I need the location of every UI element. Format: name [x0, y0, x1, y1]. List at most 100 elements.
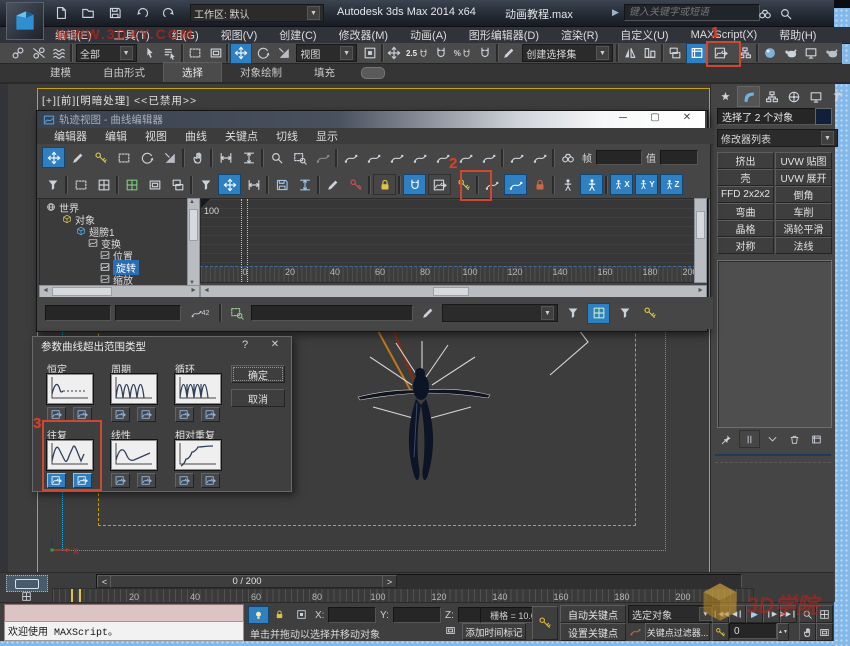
tv-menu-curves[interactable]: 曲线 — [176, 128, 216, 144]
ribbon-tab-populate[interactable]: 填充 — [300, 63, 349, 82]
maxscript-listener-white-row[interactable]: 欢迎使用 MAXScript。 — [4, 621, 244, 641]
save-file-button[interactable] — [104, 4, 125, 23]
tv-show-tangents-button[interactable] — [504, 174, 527, 195]
time-slider-groove[interactable]: < 0 / 200 > — [96, 574, 742, 589]
scroll-left-icon[interactable]: ◄ — [203, 287, 210, 294]
option-linear-in-button[interactable] — [111, 473, 130, 488]
snap-toggle-button[interactable]: 2.5 — [405, 44, 429, 63]
option-cycle-in-button[interactable] — [111, 407, 130, 422]
selection-filter-dropdown[interactable]: 全部 ▼ — [76, 44, 137, 62]
chevron-down-icon[interactable]: ▼ — [541, 306, 554, 320]
scroll-up-icon[interactable]: ▲ — [189, 199, 195, 205]
chevron-down-icon[interactable]: ▼ — [120, 46, 133, 60]
tv-menu-tangents[interactable]: 切线 — [267, 128, 307, 144]
tv-add-keys-button[interactable] — [90, 148, 111, 167]
tangent-slow-button[interactable] — [409, 148, 430, 167]
app-logo-button[interactable] — [6, 2, 44, 40]
chevron-down-icon[interactable]: ▼ — [821, 131, 834, 145]
layer-manager-button[interactable] — [665, 44, 685, 63]
modifier-button-ffd[interactable]: FFD 2x2x2 — [717, 186, 774, 203]
use-pivot-center-button[interactable] — [360, 44, 380, 63]
bind-spacewarp-button[interactable] — [49, 44, 69, 63]
tv-filter-keys-button[interactable] — [639, 304, 660, 323]
select-move-button[interactable] — [230, 43, 252, 64]
modifier-button-turbosmooth[interactable]: 涡轮平滑 — [775, 220, 832, 237]
tv-region-keys-button[interactable] — [113, 148, 134, 167]
tv-slide-keys-button[interactable] — [243, 175, 264, 194]
menu-tools[interactable]: 工具(T) — [103, 27, 161, 43]
key-filters-button[interactable]: 关键点过滤器... — [645, 623, 710, 641]
menu-group[interactable]: 组(G) — [161, 27, 210, 43]
tv-menu-keys[interactable]: 关键点 — [216, 128, 267, 144]
dialog-title-bar[interactable]: 参数曲线超出范围类型 ? ✕ — [33, 337, 289, 355]
tv-zoom-region-button[interactable] — [289, 148, 310, 167]
tv-menu-view[interactable]: 视图 — [136, 128, 176, 144]
spinner-snap-button[interactable] — [475, 44, 495, 63]
tv-move-keys-button[interactable] — [42, 147, 65, 168]
tv-find-icon[interactable] — [557, 148, 578, 167]
previous-frame-button[interactable]: ◀❙ — [729, 605, 746, 623]
tab-display[interactable] — [805, 87, 826, 106]
window-crossing-button[interactable] — [206, 44, 226, 63]
ribbon-options-icon[interactable] — [361, 67, 385, 79]
angle-snap-button[interactable] — [431, 44, 451, 63]
tv-menu-editor[interactable]: 编辑器 — [45, 128, 96, 144]
tv-key-stretch-button[interactable] — [294, 175, 315, 194]
tv-zoom-value-extents-button[interactable] — [238, 148, 259, 167]
absolute-offset-toggle[interactable] — [292, 606, 311, 622]
option-constant-thumb[interactable] — [46, 373, 94, 405]
tv-pan-button[interactable] — [187, 148, 208, 167]
modifier-button-uvwmap[interactable]: UVW 贴图 — [775, 152, 832, 169]
option-cycle-out-button[interactable] — [137, 407, 156, 422]
tv-draw-pencil-button[interactable] — [322, 175, 343, 194]
time-slider-next-button[interactable]: > — [382, 575, 397, 588]
tv-lock-selection-button[interactable] — [70, 175, 91, 194]
insect-model[interactable] — [300, 315, 600, 515]
scroll-right-icon[interactable]: ► — [697, 287, 704, 294]
dialog-cancel-button[interactable]: 取消 — [231, 389, 285, 407]
infocenter-binoculars-icon[interactable] — [754, 4, 775, 23]
menu-animation[interactable]: 动画(A) — [399, 27, 458, 43]
tv-filter-grid-button[interactable] — [587, 303, 610, 324]
dialog-ok-button[interactable]: 确定 — [231, 365, 285, 383]
zoom-extents-button[interactable] — [816, 605, 833, 623]
select-object-button[interactable] — [140, 44, 160, 63]
tab-utilities[interactable] — [827, 87, 848, 106]
open-file-button[interactable] — [77, 4, 98, 23]
go-to-start-button[interactable]: ❙◀◀ — [712, 605, 729, 623]
option-relative-repeat-thumb[interactable] — [174, 439, 222, 471]
tv-cut-keys-button[interactable] — [144, 175, 165, 194]
tangent-fast-button[interactable] — [386, 148, 407, 167]
dialog-close-button[interactable]: ✕ — [267, 339, 283, 350]
tv-insert-keys-button[interactable] — [121, 175, 142, 194]
tangent-spline-button[interactable] — [363, 148, 384, 167]
tangent-break-button[interactable] — [529, 148, 550, 167]
biped-rotate-button[interactable] — [580, 174, 603, 195]
render-setup-button[interactable] — [781, 44, 801, 63]
chevron-down-icon[interactable]: ▼ — [596, 46, 609, 60]
menu-help[interactable]: 帮助(H) — [768, 27, 827, 43]
menu-views[interactable]: 视图(V) — [210, 27, 269, 43]
tv-menu-show[interactable]: 显示 — [307, 128, 347, 144]
material-editor-button[interactable] — [760, 44, 780, 63]
selection-lock-button[interactable] — [270, 606, 289, 622]
tv-filters-button[interactable] — [42, 175, 63, 194]
current-frame-field[interactable]: 0 — [729, 623, 777, 639]
chevron-down-icon[interactable]: ▼ — [340, 46, 353, 60]
tv-zoom-horiz-extents-button[interactable] — [215, 148, 236, 167]
tangent-smooth-button[interactable] — [478, 148, 499, 167]
named-sets-dropdown[interactable]: 创建选择集 ▼ — [522, 44, 613, 62]
menu-create[interactable]: 创建(C) — [268, 27, 327, 43]
ribbon-toggle-button[interactable] — [686, 43, 708, 64]
tv-stat-field-1[interactable] — [45, 305, 111, 321]
modifier-button-unwrap[interactable]: UVW 展开 — [775, 169, 832, 186]
infocenter-search-input[interactable] — [624, 4, 760, 21]
tv-snap-frames-button[interactable] — [93, 175, 114, 194]
chevron-down-icon[interactable]: ▼ — [699, 607, 712, 621]
selection-region-button[interactable] — [185, 44, 205, 63]
edit-named-sets-button[interactable] — [500, 44, 520, 63]
option-loop-in-button[interactable] — [175, 407, 194, 422]
option-loop-thumb[interactable] — [174, 373, 222, 405]
select-manipulate-button[interactable] — [385, 44, 405, 63]
menu-rendering[interactable]: 渲染(R) — [550, 27, 609, 43]
